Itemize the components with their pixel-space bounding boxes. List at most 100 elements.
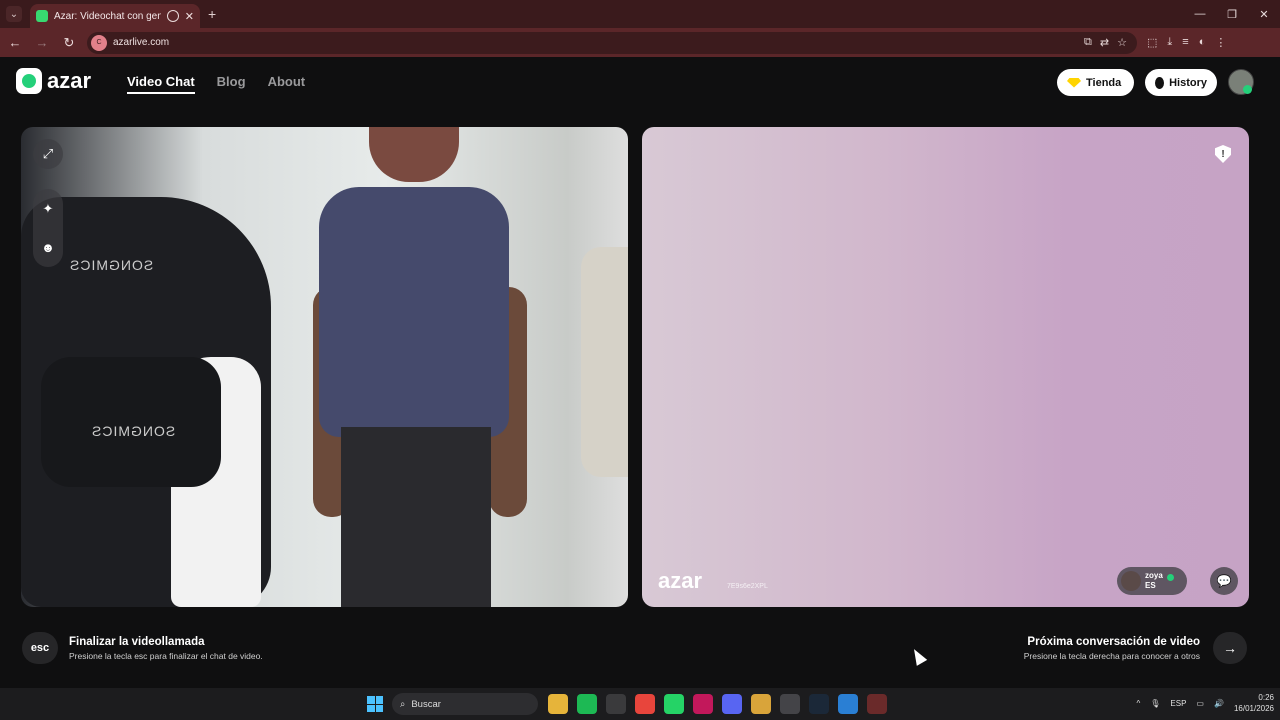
site-header: azar Video Chat Blog About Tienda Histor… [0, 57, 1280, 107]
new-tab-button[interactable]: + [208, 6, 216, 22]
session-id: 7E9s6e2XPL [727, 583, 768, 590]
photos-icon[interactable] [838, 694, 858, 714]
history-button[interactable]: History [1145, 69, 1217, 96]
peer-avatar [1121, 571, 1141, 591]
system-tray: ^ 🎙 ESP ▭ 🔊 0:26 16/01/2026 [1136, 692, 1274, 714]
site-info-icon[interactable]: C [91, 34, 107, 51]
hanging-coat [581, 247, 628, 477]
back-arrow-icon[interactable]: ← [3, 31, 27, 55]
chrome-icon[interactable] [635, 694, 655, 714]
chrome-active-icon[interactable] [751, 694, 771, 714]
tab-close-button[interactable]: ✕ [185, 10, 194, 23]
translate-icon[interactable]: ⇄ [1100, 36, 1109, 49]
forward-arrow-icon[interactable]: → [30, 31, 54, 55]
azar-favicon-icon [36, 10, 48, 22]
next-chat-hint: Próxima conversación de video Presione l… [1024, 636, 1200, 661]
mouse-cursor-icon [908, 646, 928, 666]
peer-name: zoya [1145, 571, 1163, 580]
spotify-icon[interactable] [577, 694, 597, 714]
network-icon[interactable]: ▭ [1196, 699, 1204, 708]
online-status-dot [1243, 85, 1252, 94]
person-head [369, 127, 459, 182]
tab-search-button[interactable]: ⌄ [6, 6, 22, 22]
end-call-button[interactable]: esc [22, 632, 58, 664]
file-explorer-icon[interactable] [548, 694, 568, 714]
reload-icon[interactable]: ↻ [57, 31, 81, 55]
taskbar-apps [548, 694, 887, 714]
taskbar-clock[interactable]: 0:26 16/01/2026 [1234, 692, 1274, 714]
bookmark-star-icon[interactable]: ☆ [1117, 36, 1127, 49]
store-icon[interactable] [606, 694, 626, 714]
remote-video-pane: ! azar 7E9s6e2XPL zoya ES 💬 [642, 127, 1249, 607]
chair-brand-bottom: SONGMICS [91, 423, 176, 439]
person-shirt [319, 187, 509, 437]
azar-logo-icon [16, 68, 42, 94]
peer-profile-chip[interactable]: zoya ES [1117, 567, 1187, 595]
window-controls: — ❐ ✕ [1184, 0, 1280, 28]
search-icon: ⌕ [400, 698, 406, 710]
nav-blog[interactable]: Blog [217, 74, 246, 94]
windows-taskbar: ⌕ Buscar ^ 🎙 ESP ▭ 🔊 0:26 16/01/2026 [0, 688, 1280, 720]
self-view-tools: ⤢ ✦ ☻ [33, 139, 63, 267]
downloads-icon[interactable]: ⤓ [1167, 36, 1172, 49]
next-chat-title: Próxima conversación de video [1027, 636, 1200, 648]
app-pink-icon[interactable] [693, 694, 713, 714]
clock-icon [1155, 76, 1165, 89]
end-call-subtitle: Presione la tecla esc para finalizar el … [69, 651, 263, 661]
clock-time: 0:26 [1258, 693, 1274, 702]
logo-text: azar [47, 68, 92, 93]
tienda-label: Tienda [1086, 76, 1122, 89]
nav-video-chat[interactable]: Video Chat [127, 74, 195, 94]
browser-menu-icon[interactable]: ⋮ [1215, 36, 1226, 49]
history-label: History [1169, 76, 1207, 89]
close-window-button[interactable]: ✕ [1248, 0, 1280, 28]
game-icon[interactable] [867, 694, 887, 714]
maximize-button[interactable]: ❐ [1216, 0, 1248, 28]
tienda-button[interactable]: Tienda [1057, 69, 1134, 96]
address-bar-actions: ⧉ ⇄ ☆ [1084, 36, 1137, 49]
peer-language: ES [1145, 581, 1156, 590]
remote-azar-watermark: azar [658, 568, 703, 593]
browser-tool-icons: ⬚ ⤓ ≡ ◐ ⋮ [1147, 36, 1226, 49]
microphone-icon[interactable]: 🎙 [1150, 699, 1160, 708]
keyboard-language[interactable]: ESP [1170, 699, 1186, 708]
volume-icon[interactable]: 🔊 [1214, 699, 1224, 708]
url-text[interactable]: azarlive.com [113, 37, 169, 48]
browser-toolbar: ← → ↻ C azarlive.com ⧉ ⇄ ☆ ⬚ ⤓ ≡ ◐ ⋮ [0, 28, 1280, 57]
clock-date: 16/01/2026 [1233, 704, 1274, 713]
whatsapp-icon[interactable] [664, 694, 684, 714]
discord-icon[interactable] [722, 694, 742, 714]
browser-tab-strip: ⌄ Azar: Videochat con gente ✕ + — ❐ ✕ [0, 0, 1280, 28]
effects-toolbar: ✦ ☻ [33, 189, 63, 267]
chair-pillow [41, 357, 221, 487]
minimize-button[interactable]: — [1184, 0, 1216, 28]
audio-playing-icon[interactable] [166, 10, 179, 22]
peer-info: zoya ES [1145, 571, 1163, 591]
reading-list-icon[interactable]: ≡ [1182, 36, 1188, 49]
nav-about[interactable]: About [268, 74, 306, 94]
report-shield-icon[interactable]: ! [1215, 145, 1231, 163]
tray-chevron-icon[interactable]: ^ [1136, 699, 1140, 708]
tab-title: Azar: Videochat con gente [54, 10, 161, 22]
self-video-pane: SONGMICS SONGMICS ⤢ ✦ ☻ [21, 127, 628, 607]
person-pants [341, 427, 491, 607]
address-bar[interactable]: C azarlive.com ⧉ ⇄ ☆ [87, 31, 1137, 54]
face-filter-icon[interactable]: ☻ [41, 240, 55, 255]
main-nav: Video Chat Blog About [127, 74, 305, 94]
steam-icon[interactable] [809, 694, 829, 714]
obs-icon[interactable] [780, 694, 800, 714]
next-chat-button[interactable]: → [1213, 632, 1247, 664]
extensions-icon[interactable]: ⬚ [1147, 36, 1157, 49]
browser-tab[interactable]: Azar: Videochat con gente ✕ [30, 4, 200, 28]
end-call-hint: Finalizar la videollamada Presione la te… [69, 636, 263, 661]
end-call-title: Finalizar la videollamada [69, 636, 205, 648]
taskbar-search[interactable]: ⌕ Buscar [392, 693, 538, 715]
install-app-icon[interactable]: ⧉ [1084, 36, 1092, 49]
magic-wand-icon[interactable]: ✦ [43, 201, 54, 217]
next-chat-subtitle: Presione la tecla derecha para conocer a… [1023, 651, 1200, 661]
expand-view-icon[interactable]: ⤢ [33, 139, 63, 169]
profile-icon[interactable]: ◐ [1199, 36, 1206, 49]
windows-start-icon[interactable] [367, 696, 383, 712]
chat-bubble-icon[interactable]: 💬 [1210, 567, 1238, 595]
azar-logo[interactable]: azar [16, 68, 91, 94]
